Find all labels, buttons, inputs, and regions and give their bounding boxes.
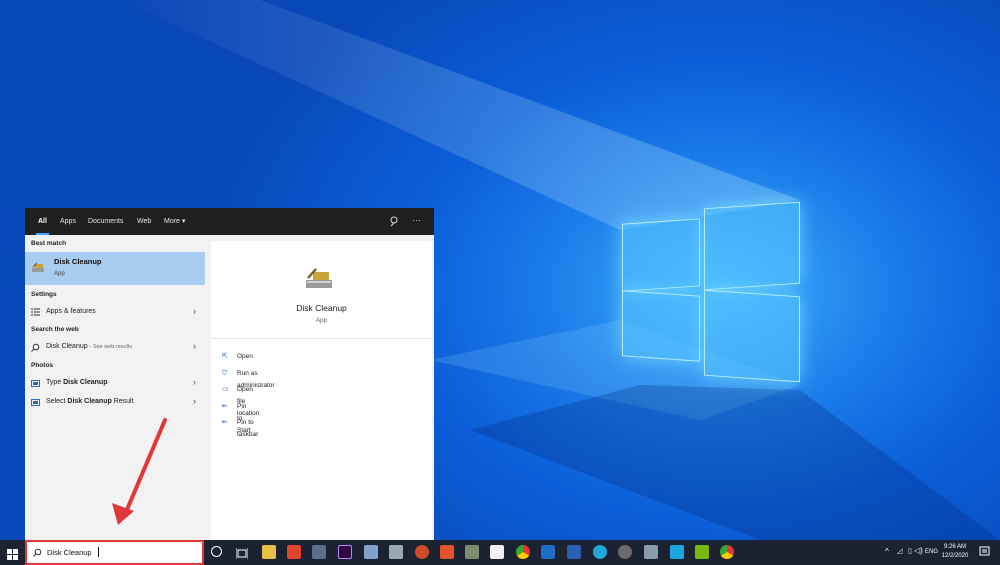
list-item-web-search[interactable]: Disk Cleanup - See web results › (25, 338, 205, 355)
premiere-icon[interactable] (338, 545, 352, 559)
shield-icon: ⛉ (222, 370, 228, 377)
tab-more-label: More (164, 218, 180, 225)
preview-subtitle: App (315, 317, 328, 324)
disk-cleanup-icon (31, 262, 45, 274)
calculator-icon[interactable] (312, 545, 326, 559)
best-match-subtitle: App (54, 271, 65, 277)
windows-logo (618, 197, 804, 385)
volume-icon[interactable]: ◁) (914, 546, 923, 555)
action-label: Pin to taskbar (237, 419, 259, 438)
chevron-right-icon: › (193, 396, 196, 406)
app-icon-16[interactable] (644, 545, 658, 559)
language-indicator[interactable]: ENG (925, 549, 938, 555)
chevron-right-icon: › (193, 341, 196, 351)
more-options-icon[interactable]: ··· (412, 208, 421, 232)
preview-title: Disk Cleanup (296, 303, 347, 313)
powerpoint-icon[interactable] (415, 545, 429, 559)
search-web-heading: Search the web (31, 326, 79, 333)
open-icon: ⇱ (222, 353, 228, 360)
outlook-icon[interactable] (541, 545, 555, 559)
photos-heading: Photos (31, 362, 54, 369)
list-item-photos-select[interactable]: Select Disk Cleanup Result › (25, 393, 205, 410)
photos-item-bold: Disk Cleanup (63, 379, 108, 386)
search-tabs: All Apps Documents Web More ▾ ··· (25, 208, 434, 235)
search-icon (33, 548, 42, 557)
photos-item-suffix: Result (111, 398, 134, 405)
photo-icon (31, 397, 40, 406)
chevron-right-icon: › (193, 377, 196, 387)
start-button[interactable] (7, 547, 18, 560)
chevron-right-icon: › (193, 306, 196, 316)
app-icon-5[interactable] (364, 545, 378, 559)
chevron-down-icon: ▾ (181, 218, 186, 225)
app-c-icon[interactable] (440, 545, 454, 559)
photos-item-prefix: Type (46, 379, 64, 386)
action-label: Open (237, 353, 253, 360)
file-explorer-icon[interactable] (262, 545, 276, 559)
web-item-suffix: - See web results (89, 344, 133, 350)
web-item-label: Disk Cleanup (46, 343, 88, 350)
tab-web[interactable]: Web (137, 208, 151, 235)
system-tray: ^ ◿ ▯ ◁) ENG 9:26 AM 12/2/2020 (880, 540, 1000, 565)
tab-documents[interactable]: Documents (88, 208, 123, 235)
list-icon (31, 307, 40, 316)
nvidia-icon[interactable] (695, 545, 709, 559)
network-icon[interactable]: ◿ (897, 547, 902, 555)
search-input-value: Disk Cleanup (47, 548, 92, 557)
list-item-photos-type[interactable]: Type Disk Cleanup › (25, 374, 205, 391)
pin-icon: ⇤ (222, 403, 228, 410)
app-s-icon[interactable] (287, 545, 301, 559)
disk-cleanup-large-icon (304, 267, 334, 291)
pin-icon: ⇤ (222, 419, 228, 426)
folder-icon: ▭ (222, 386, 229, 393)
start-search-panel: All Apps Documents Web More ▾ ··· Best m… (25, 208, 434, 540)
list-item-apps-features[interactable]: Apps & features › (25, 303, 205, 320)
windows-icon (7, 549, 18, 560)
feedback-icon[interactable] (389, 216, 400, 227)
edge-icon[interactable] (593, 545, 607, 559)
task-view-icon[interactable] (235, 546, 249, 559)
photos-item-prefix: Select (46, 398, 68, 405)
photo-icon (31, 378, 40, 387)
clock-time[interactable]: 9:26 AM (941, 544, 969, 550)
tab-apps[interactable]: Apps (60, 208, 76, 235)
chrome-icon[interactable] (516, 545, 530, 559)
battery-icon[interactable]: ▯ (908, 547, 912, 555)
cortana-icon[interactable] (211, 546, 222, 557)
app-icon-15[interactable] (618, 545, 632, 559)
store-icon[interactable] (490, 545, 504, 559)
notifications-icon[interactable] (979, 546, 990, 557)
chevron-up-icon[interactable]: ^ (885, 547, 889, 556)
preview-pane: Disk Cleanup App ⇱ Open ⛉ Run as administr… (211, 241, 432, 540)
search-icon (31, 342, 40, 352)
app-icon-6[interactable] (389, 545, 403, 559)
chrome-canary-icon[interactable] (720, 545, 734, 559)
best-match-item[interactable]: Disk Cleanup App (25, 252, 205, 285)
taskbar-search-input[interactable]: Disk Cleanup (25, 540, 204, 565)
word-icon[interactable] (567, 545, 581, 559)
app-icon-9[interactable] (465, 545, 479, 559)
text-cursor (98, 547, 99, 557)
settings-heading: Settings (31, 291, 57, 298)
tab-all[interactable]: All (36, 208, 49, 235)
skype-icon[interactable] (670, 545, 684, 559)
list-item-label: Apps & features (46, 308, 96, 315)
clock-date[interactable]: 12/2/2020 (941, 553, 969, 559)
results-list: Best match Disk Cleanup App Settings App… (25, 235, 205, 540)
best-match-heading: Best match (31, 240, 67, 247)
photos-item-bold: Disk Cleanup (67, 398, 112, 405)
best-match-title: Disk Cleanup (54, 257, 102, 266)
tab-more[interactable]: More ▾ (164, 208, 185, 235)
divider (211, 338, 432, 339)
